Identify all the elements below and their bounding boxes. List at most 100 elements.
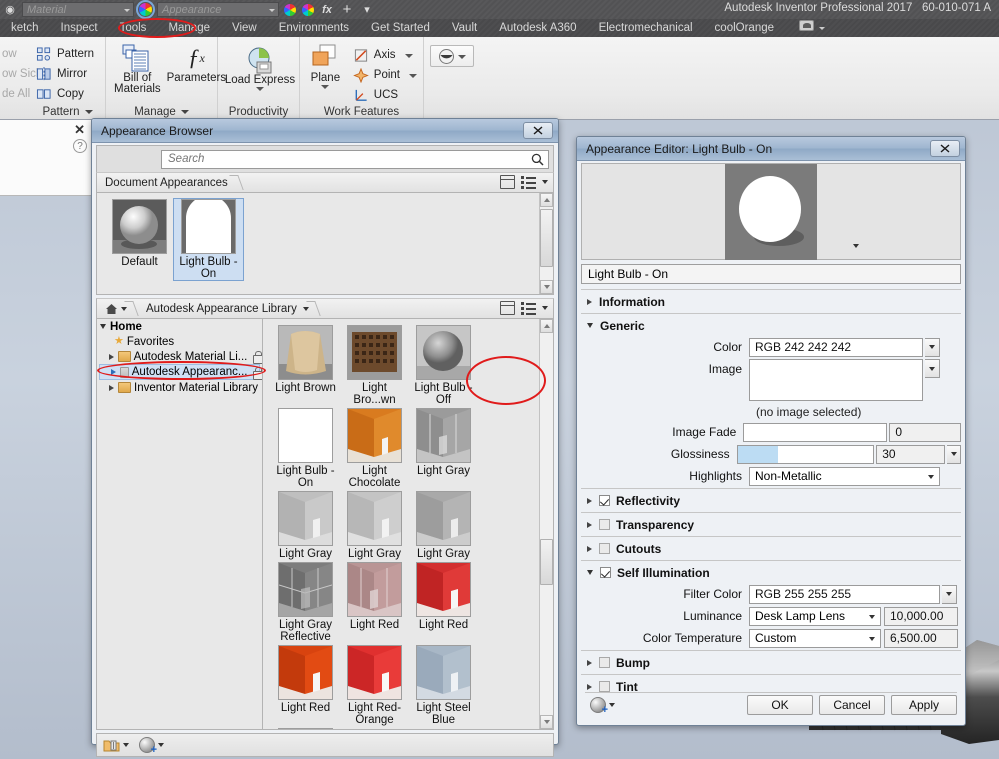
appearance-item-light-steel-blue-1[interactable]: Light Steel Blue [409,645,478,726]
expand-collapse-icon[interactable] [587,298,592,305]
expand-collapse-icon[interactable] [109,384,114,391]
transparency-checkbox[interactable] [599,519,610,530]
expand-collapse-icon[interactable] [109,353,114,360]
tree-node-inventor-material-library[interactable]: Inventor Material Library [97,380,262,395]
cutouts-checkbox[interactable] [599,543,610,554]
close-icon[interactable]: ✕ [74,122,85,138]
appearance-item-light-red-1[interactable]: Light Red [340,562,409,643]
scroll-down-button[interactable] [540,280,553,294]
ribbon-tab-autodesk-a360[interactable]: Autodesk A360 [488,19,587,37]
ribbon-item-show[interactable]: ow [0,44,24,64]
fx-icon[interactable]: fx [319,2,335,17]
appearance-name-field[interactable]: Light Bulb - On [581,264,961,284]
ribbon-tab-tools[interactable]: Tools [109,19,158,37]
document-grid-scrollbar[interactable] [539,193,553,294]
expand-collapse-icon[interactable] [587,497,592,504]
list-view-icon[interactable] [521,301,536,315]
reflectivity-checkbox[interactable] [599,495,610,506]
highlights-select[interactable]: Non-Metallic [749,466,940,486]
ribbon-tab-vault[interactable]: Vault [441,19,488,37]
ribbon-tab-get-started[interactable]: Get Started [360,19,441,37]
filter-color-dropdown-button[interactable] [942,584,957,604]
appearance-item-light-red-3[interactable]: Light Red [271,645,340,726]
color-temperature-number-field[interactable]: 6,500.00 [884,628,958,648]
apply-button[interactable]: Apply [891,695,957,715]
appearance-item-light-bulb-off[interactable]: Light Bulb - Off [409,325,478,406]
image-fade-value-field[interactable]: 0 [889,422,961,442]
view-options-caret-icon[interactable] [542,306,548,310]
appearance-item-light-gray-1[interactable]: Light Gray [409,408,478,489]
scroll-thumb[interactable] [540,539,553,585]
bump-checkbox[interactable] [599,657,610,668]
cancel-button[interactable]: Cancel [819,695,885,715]
ribbon-tab-sketch[interactable]: ketch [0,19,50,37]
new-caret-icon[interactable] [609,703,615,707]
breadcrumb-document-appearances[interactable]: Document Appearances [97,177,232,189]
expand-collapse-icon[interactable] [111,369,116,375]
appearance-browser-titlebar[interactable]: Appearance Browser [92,119,558,143]
ribbon-group-label-manage[interactable]: Manage [106,106,217,118]
help-icon[interactable]: ? [73,139,87,153]
view-options-caret-icon[interactable] [542,180,548,184]
section-bump-header[interactable]: Bump [581,651,961,674]
image-dropdown-button[interactable] [925,359,940,378]
ribbon-item-mirror[interactable]: Mirror [36,64,99,84]
manage-libraries-button[interactable] [103,738,129,752]
panel-toggle-icon[interactable] [500,301,515,315]
appearance-item-light-brown[interactable]: Light Brown [271,325,340,406]
color-value-field[interactable]: RGB 242 242 242 [749,337,923,357]
appearance-item-light-gray-2[interactable]: Light Gray [271,491,340,560]
adjust-appearance-icon[interactable] [283,2,297,17]
ribbon-item-plane[interactable]: Plane [306,43,345,105]
app-menu-icon[interactable]: ◉ [2,2,18,17]
appearance-item-light-brown-2[interactable]: Light Bro...wn [340,325,409,406]
appearance-item-default[interactable]: Default [105,199,174,280]
breadcrumb-autodesk-appearance-library[interactable]: Autodesk Appearance Library [138,303,301,315]
tint-checkbox[interactable] [599,681,610,692]
search-icon[interactable] [531,153,544,166]
library-grid-scrollbar[interactable] [539,319,553,729]
appearance-ball-icon[interactable] [136,0,155,19]
tree-node-favorites[interactable]: ★ Favorites [97,334,262,349]
appearance-item-light-bulb-on[interactable]: Light Bulb - On [271,408,340,489]
ribbon-item-hide-all[interactable]: de All [0,84,30,104]
expand-collapse-icon[interactable] [587,683,592,690]
expand-collapse-icon[interactable] [587,521,592,528]
scroll-thumb[interactable] [540,209,553,267]
ribbon-tab-environments[interactable]: Environments [268,19,360,37]
tree-node-autodesk-appearance-library[interactable]: Autodesk Appearanc... [99,364,262,380]
section-generic-header[interactable]: Generic [581,314,961,337]
section-reflectivity-header[interactable]: Reflectivity [581,489,961,512]
search-input[interactable] [166,152,544,166]
qat-overflow-icon[interactable]: ▾ [359,2,375,17]
load-express-dropdown-icon[interactable] [256,87,264,91]
new-appearance-button[interactable]: + [590,697,615,716]
glossiness-dropdown-button[interactable] [947,444,961,464]
tree-node-home[interactable]: Home [97,319,262,334]
expand-collapse-icon[interactable] [587,570,593,575]
ribbon-tab-electromechanical[interactable]: Electromechanical [588,19,704,37]
manage-caret-icon[interactable] [123,743,129,747]
list-view-icon[interactable] [521,175,536,189]
appearance-combo[interactable]: Appearance [157,2,279,17]
appearance-editor-close-button[interactable] [930,140,960,157]
ribbon-item-appearance-dropdown[interactable] [430,45,474,67]
scroll-up-button[interactable] [540,193,553,207]
section-transparency-header[interactable]: Transparency [581,513,961,536]
color-dropdown-button[interactable] [925,337,940,357]
section-self-illumination-header[interactable]: Self Illumination [581,561,961,584]
image-value-field[interactable] [749,359,923,401]
axis-dropdown-icon[interactable] [404,53,413,58]
plus-icon[interactable]: + [339,1,355,18]
breadcrumb-home[interactable] [97,303,127,315]
ribbon-item-pattern[interactable]: Pattern [36,44,99,64]
appearance-item-light-gray-reflective[interactable]: Light Gray Reflective [271,562,340,643]
clear-appearance-icon[interactable] [301,2,315,17]
plane-dropdown-icon[interactable] [321,85,330,89]
appearance-item-light-bulb-on[interactable]: Light Bulb - On [173,198,244,281]
section-information-header[interactable]: Information [581,290,961,313]
ribbon-item-copy[interactable]: Copy [36,84,99,104]
expand-collapse-icon[interactable] [100,324,106,329]
glossiness-slider[interactable] [736,444,875,464]
appearance-item-light-gray-4[interactable]: Light Gray [409,491,478,560]
